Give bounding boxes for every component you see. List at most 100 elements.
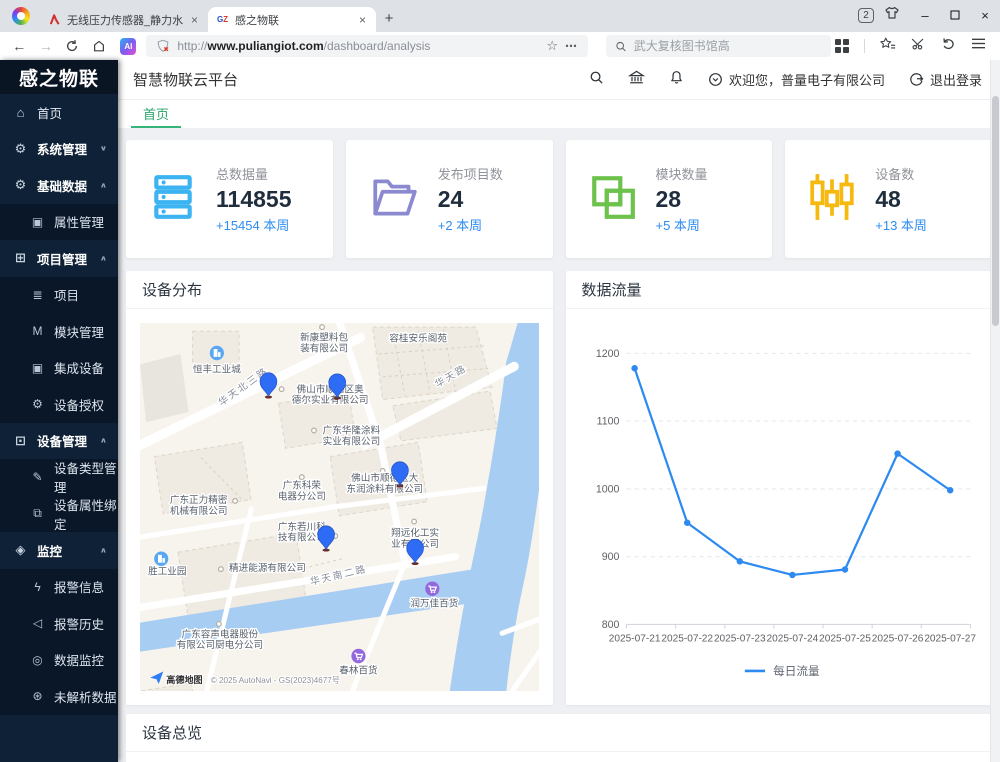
- chart-point: [946, 487, 952, 493]
- more-dots-icon[interactable]: ⋯: [565, 39, 578, 53]
- scrollbar-thumb[interactable]: [992, 96, 999, 326]
- sidebar-item-data-monitor[interactable]: ◎数据监控: [0, 642, 118, 679]
- map-place-label: 精进能源有限公司: [229, 561, 306, 574]
- refresh-icon[interactable]: [61, 39, 84, 53]
- browser-titlebar: 无线压力传感器_静力水准仪_×GZ感之物联× + 2 – ×: [0, 0, 1000, 32]
- stat-card-published-projects: 发布项目数24+2 本周: [346, 140, 553, 258]
- sidebar-item-module-manage[interactable]: M模块管理: [0, 313, 118, 350]
- url-path: /dashboard/analysis: [324, 39, 431, 53]
- page-scrollbar[interactable]: [990, 60, 1000, 762]
- chart-point: [841, 566, 847, 572]
- sidebar-item-label: 设备管理: [37, 431, 87, 450]
- list-icon: ≣: [30, 288, 45, 302]
- apps-grid-icon[interactable]: [835, 39, 849, 53]
- toolbar-right-icons: [835, 36, 992, 56]
- search-input[interactable]: [634, 39, 822, 53]
- map-place-label: 广东科荣: [283, 478, 322, 491]
- maximize-button[interactable]: [940, 8, 970, 32]
- sidebar-item-home[interactable]: ⌂首页: [0, 94, 118, 131]
- browser-tab-0[interactable]: 无线压力传感器_静力水准仪_ ×: [40, 7, 208, 32]
- map-place-label: 有限公司厨电分公司: [177, 638, 263, 651]
- sidebar-item-base-data[interactable]: ⚙基础数据∧: [0, 167, 118, 204]
- tab-home[interactable]: 首页: [131, 100, 181, 128]
- url-text: http://www.puliangiot.com/dashboard/anal…: [177, 39, 430, 53]
- map-attribution: © 2025 AutoNavi - GS(2023)4677号: [211, 676, 340, 685]
- stat-label: 总数据量: [216, 164, 291, 183]
- sidebar-item-device-auth[interactable]: ⚙设备授权: [0, 386, 118, 423]
- sidebar-item-alarm-info[interactable]: ϟ报警信息: [0, 569, 118, 606]
- map-place-label: 恒丰工业城: [193, 363, 241, 376]
- amap-map[interactable]: 新康塑料包装有限公司容桂安乐阁苑恒丰工业城佛山市顺德区奥德尔实业有限公司广东华隆…: [140, 323, 539, 691]
- browser-search-box[interactable]: [606, 35, 831, 57]
- map-poi-dot: [300, 475, 305, 480]
- chart-point: [736, 558, 742, 564]
- stat-label: 设备数: [875, 164, 927, 183]
- search-icon[interactable]: [589, 70, 604, 90]
- menu-icon[interactable]: [971, 37, 986, 55]
- tab-title: 感之物联: [235, 12, 351, 28]
- favorites-icon[interactable]: [880, 36, 896, 56]
- sidebar-item-project-manage[interactable]: ⊞项目管理∧: [0, 240, 118, 277]
- sidebar-item-alarm-history[interactable]: ◁报警历史: [0, 605, 118, 642]
- chart-xtick-label: 2025-07-25: [819, 634, 871, 645]
- map-place-label: 翔远化工实: [391, 526, 439, 539]
- address-bar[interactable]: http://www.puliangiot.com/dashboard/anal…: [146, 35, 588, 57]
- browser-toolbar: ← → AI http://www.puliangiot.com/dashboa…: [0, 32, 1000, 60]
- welcome-text: 欢迎您，普量电子有限公司: [729, 70, 885, 89]
- map-poi-dot: [412, 519, 417, 524]
- new-tab-button[interactable]: +: [376, 7, 402, 32]
- sidebar-item-label: 系统管理: [37, 139, 87, 158]
- sidebar-item-device-type-manage[interactable]: ✎设备类型管理: [0, 459, 118, 496]
- tab-close-icon[interactable]: ×: [189, 13, 200, 27]
- folder-open-icon: [368, 172, 420, 227]
- browser-logo-icon[interactable]: [12, 7, 30, 25]
- map-canvas[interactable]: 新康塑料包装有限公司容桂安乐阁苑恒丰工业城佛山市顺德区奥德尔实业有限公司广东华隆…: [140, 323, 539, 691]
- tab-title: 无线压力传感器_静力水准仪_: [67, 12, 183, 28]
- close-button[interactable]: ×: [970, 8, 1000, 32]
- map-place-label: 装有限公司: [300, 341, 348, 354]
- stat-delta: +5 本周: [656, 215, 708, 234]
- home-icon[interactable]: [88, 39, 111, 53]
- logout-button[interactable]: 退出登录: [909, 70, 982, 89]
- back-icon[interactable]: ←: [8, 38, 31, 54]
- sidebar-item-unparsed-data[interactable]: ⊛未解析数据: [0, 678, 118, 715]
- screenshot-scissors-icon[interactable]: [911, 36, 926, 56]
- sidebar-item-system-manage[interactable]: ⚙系统管理∨: [0, 131, 118, 168]
- home-icon: ⌂: [13, 105, 28, 120]
- sidebar-item-monitor[interactable]: ◈监控∧: [0, 532, 118, 569]
- stat-value: 24: [438, 186, 503, 212]
- sidebar-item-device-manage[interactable]: ⊡设备管理∧: [0, 423, 118, 460]
- stat-label: 发布项目数: [438, 164, 503, 183]
- map-poi-dot: [233, 498, 238, 503]
- user-menu[interactable]: 欢迎您，普量电子有限公司: [708, 70, 885, 89]
- sidebar-item-label: 属性管理: [54, 212, 104, 231]
- browser-tab-1[interactable]: GZ感之物联×: [208, 7, 376, 32]
- url-scheme: http://: [177, 39, 207, 53]
- bind-icon: ⧉: [30, 506, 45, 521]
- map-poi-dot: [219, 567, 224, 572]
- window-count-badge[interactable]: 2: [858, 8, 874, 23]
- sidebar-item-attribute-manage[interactable]: ▣属性管理: [0, 204, 118, 241]
- history-icon: ◁: [30, 616, 45, 630]
- tab-close-icon[interactable]: ×: [357, 13, 368, 27]
- undo-icon[interactable]: [941, 36, 956, 56]
- sidebar-item-integrated-device[interactable]: ▣集成设备: [0, 350, 118, 387]
- bell-icon[interactable]: [669, 70, 684, 90]
- minimize-button[interactable]: –: [910, 8, 940, 32]
- chart-legend-item[interactable]: 每日流量: [744, 664, 819, 678]
- bank-icon[interactable]: [628, 70, 645, 90]
- forward-icon[interactable]: →: [35, 38, 58, 54]
- chevron-down-icon: ∨: [100, 144, 107, 153]
- panel-title: 数据流量: [566, 271, 993, 309]
- m-icon: M: [30, 324, 45, 338]
- ai-assistant-icon[interactable]: AI: [120, 38, 136, 55]
- chart-xtick-label: 2025-07-23: [713, 634, 765, 645]
- stat-delta: +13 本周: [875, 215, 927, 234]
- theme-skin-icon[interactable]: [884, 6, 900, 25]
- pen-icon: ✎: [30, 470, 45, 484]
- page-tabstrip: 首页: [118, 100, 1000, 128]
- sidebar-item-device-attr-bind[interactable]: ⧉设备属性绑定: [0, 496, 118, 533]
- chart-ytick-label: 1200: [595, 348, 619, 360]
- bookmark-star-icon[interactable]: ☆: [546, 38, 558, 54]
- sidebar-item-project[interactable]: ≣项目: [0, 277, 118, 314]
